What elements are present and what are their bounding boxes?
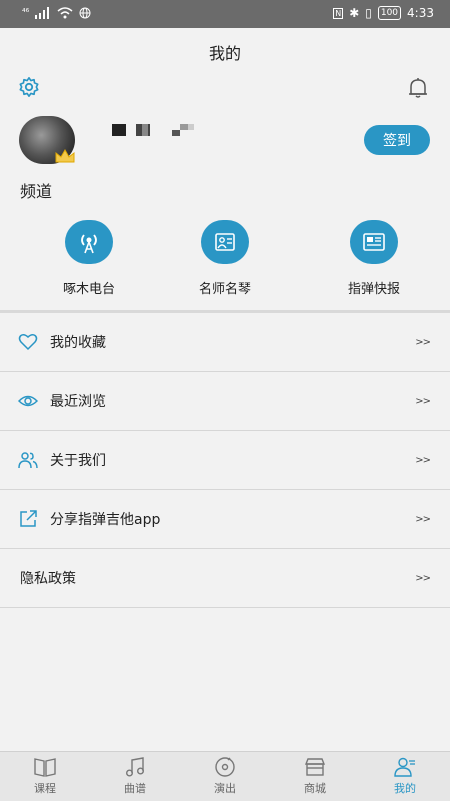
music-note-icon [126, 757, 144, 777]
status-time: 4:33 [407, 6, 434, 20]
tab-label: 商城 [304, 782, 326, 795]
channel-list: 啄木电台 名师名琴 指弹快报 [0, 220, 450, 300]
book-icon [34, 758, 56, 777]
menu-item-label: 我的收藏 [50, 335, 106, 351]
channel-label: 指弹快报 [347, 282, 400, 297]
crown-icon [55, 148, 75, 163]
signin-button[interactable]: 签到 [364, 125, 430, 155]
channel-label: 名师名琴 [198, 282, 251, 297]
disc-icon [215, 757, 235, 777]
menu-item-favorites[interactable]: 我的收藏 >> [0, 313, 450, 372]
heart-icon [18, 334, 38, 351]
bottom-tab-bar: 课程 曲谱 演出 商城 我的 [0, 751, 450, 801]
tab-store[interactable]: 商城 [270, 756, 360, 796]
globe-icon [79, 7, 91, 19]
people-icon [18, 452, 38, 469]
user-icon [394, 757, 415, 777]
share-icon [20, 510, 37, 527]
page-title: 我的 [208, 44, 241, 63]
channel-item-teacher[interactable]: 名师名琴 [165, 220, 285, 297]
channel-label: 啄木电台 [62, 282, 115, 297]
battery-icon: 100 [377, 6, 402, 20]
channel-item-radio[interactable]: 啄木电台 [29, 220, 149, 297]
gear-icon[interactable] [18, 76, 40, 98]
channel-item-news[interactable]: 指弹快报 [314, 220, 434, 297]
status-bar: ⁴⁶ N ✱ ▯ 100 4:33 [0, 0, 450, 28]
tab-label: 课程 [34, 782, 56, 795]
bluetooth-icon: ✱ [349, 6, 360, 20]
menu-item-label: 分享指弹吉他app [50, 512, 161, 528]
chevron-double-right-icon: >> [415, 395, 431, 407]
vibrate-icon: ▯ [365, 6, 372, 20]
channel-section-title: 频道 [20, 182, 53, 201]
menu-item-share[interactable]: 分享指弹吉他app >> [0, 490, 450, 549]
menu-item-label: 关于我们 [50, 453, 106, 469]
nfc-icon: N [333, 7, 344, 19]
teacher-icon [215, 233, 235, 251]
signal-icon: ⁴⁶ [22, 8, 30, 18]
menu-item-label: 最近浏览 [50, 394, 106, 410]
store-icon [304, 758, 326, 776]
tab-label: 演出 [214, 782, 236, 795]
username-blurred [112, 124, 202, 138]
menu-item-label: 隐私政策 [20, 571, 76, 587]
chevron-double-right-icon: >> [415, 336, 431, 348]
chevron-double-right-icon: >> [415, 513, 431, 525]
wifi-icon [57, 7, 73, 19]
tab-courses[interactable]: 课程 [0, 756, 90, 796]
chevron-double-right-icon: >> [415, 572, 431, 584]
tab-scores[interactable]: 曲谱 [90, 756, 180, 796]
tab-label: 曲谱 [124, 782, 146, 795]
menu-item-privacy[interactable]: 隐私政策 >> [0, 549, 450, 608]
radio-icon [81, 234, 97, 254]
bell-icon[interactable] [406, 76, 430, 100]
news-icon [363, 233, 385, 251]
chevron-double-right-icon: >> [415, 454, 431, 466]
tab-label: 我的 [394, 782, 416, 795]
menu-item-about[interactable]: 关于我们 >> [0, 431, 450, 490]
tab-performance[interactable]: 演出 [180, 756, 270, 796]
tab-mine[interactable]: 我的 [360, 756, 450, 796]
menu-item-recent[interactable]: 最近浏览 >> [0, 372, 450, 431]
menu-list: 我的收藏 >> 最近浏览 >> 关于我们 >> 分享指弹吉他app >> 隐私政… [0, 313, 450, 608]
signal-bars-icon [35, 7, 50, 19]
eye-icon [18, 395, 38, 407]
